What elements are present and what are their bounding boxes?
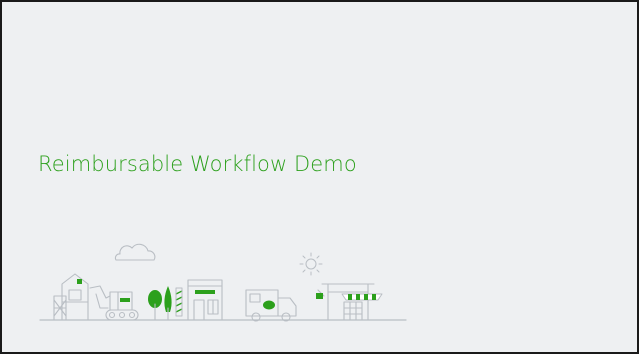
hanging-sign xyxy=(316,293,323,299)
awning-icon xyxy=(341,293,383,301)
barn-window xyxy=(77,279,82,284)
storefront-sign xyxy=(195,290,215,294)
slide-title: Reimbursable Workflow Demo xyxy=(38,152,357,176)
striped-pole-icon xyxy=(175,290,183,313)
truck-logo xyxy=(263,300,275,310)
town-illustration xyxy=(39,243,407,322)
storefront-icon xyxy=(187,279,223,321)
tractor-icon xyxy=(89,285,139,321)
tree-icon xyxy=(148,286,172,321)
market-stall-icon xyxy=(317,283,375,321)
tractor-accent xyxy=(120,298,130,302)
cloud-icon xyxy=(114,243,156,261)
barn-icon xyxy=(53,273,89,321)
sun-icon xyxy=(299,252,323,276)
slide-canvas: Reimbursable Workflow Demo xyxy=(0,0,639,354)
